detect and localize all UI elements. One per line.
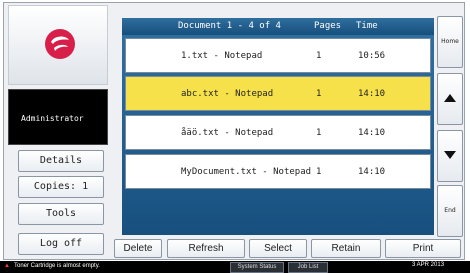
job-time: 14:10 <box>358 89 386 99</box>
job-pages: 1 <box>316 128 322 138</box>
job-pages: 1 <box>316 51 322 61</box>
print-job-panel: Administrator Details Copies: 1 Tools Lo… <box>3 2 465 260</box>
brand-logo-icon <box>45 29 75 59</box>
list-title: Document 1 - 4 of 4 <box>178 21 281 31</box>
retain-button[interactable]: Retain <box>311 239 381 258</box>
scroll-down-button[interactable] <box>437 130 463 182</box>
job-time: 14:10 <box>358 167 386 177</box>
pages-column-header: Pages <box>314 21 342 31</box>
job-name: abc.txt - Notepad <box>181 89 274 99</box>
status-date: 3 APR 2013 <box>412 262 445 268</box>
tools-button[interactable]: Tools <box>18 203 104 225</box>
logo-area <box>8 5 108 85</box>
job-name: MyDocument.txt - Notepad <box>181 167 312 177</box>
list-header: Document 1 - 4 of 4 Pages Time <box>122 18 434 35</box>
status-bar: ▲ Toner Cartridge is almost empty. Syste… <box>0 261 470 273</box>
job-name: åäö.txt - Notepad <box>181 128 274 138</box>
status-message: Toner Cartridge is almost empty. <box>14 263 100 269</box>
home-label: Home <box>441 38 459 45</box>
job-list: 1.txt - Notepad 1 10:56 abc.txt - Notepa… <box>122 35 434 235</box>
refresh-button[interactable]: Refresh <box>167 239 245 258</box>
job-row[interactable]: 1.txt - Notepad 1 10:56 <box>125 38 431 73</box>
job-row-selected[interactable]: abc.txt - Notepad 1 14:10 <box>125 76 431 111</box>
home-button[interactable]: Home <box>437 16 463 68</box>
select-button[interactable]: Select <box>249 239 307 258</box>
job-list-button[interactable]: Job List <box>288 262 328 273</box>
print-button[interactable]: Print <box>385 239 461 258</box>
job-time: 10:56 <box>358 51 386 61</box>
job-time: 14:10 <box>358 128 386 138</box>
toner-warning-icon: ▲ <box>4 263 10 269</box>
details-button[interactable]: Details <box>18 150 104 172</box>
delete-button[interactable]: Delete <box>114 239 162 258</box>
job-pages: 1 <box>316 167 322 177</box>
time-column-header: Time <box>356 21 378 31</box>
arrow-up-icon <box>444 94 456 102</box>
job-row[interactable]: åäö.txt - Notepad 1 14:10 <box>125 115 431 150</box>
job-pages: 1 <box>316 89 322 99</box>
system-status-button[interactable]: System Status <box>230 262 284 273</box>
job-name: 1.txt - Notepad <box>181 51 263 61</box>
copies-button[interactable]: Copies: 1 <box>18 176 104 198</box>
user-box: Administrator <box>8 89 108 145</box>
user-name: Administrator <box>21 114 84 123</box>
logoff-button[interactable]: Log off <box>18 233 104 255</box>
end-label: End <box>444 207 456 214</box>
job-row[interactable]: MyDocument.txt - Notepad 1 14:10 <box>125 154 431 189</box>
arrow-down-icon <box>444 151 456 159</box>
scroll-up-button[interactable] <box>437 73 463 125</box>
end-button[interactable]: End <box>437 185 463 237</box>
